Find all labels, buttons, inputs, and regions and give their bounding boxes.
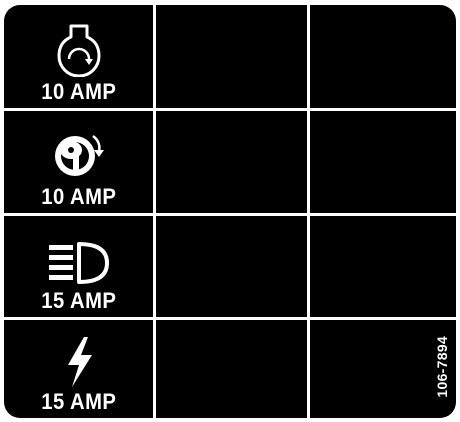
fuse-row-1-rating: 10 AMP [40,79,117,104]
headlight-icon [48,242,109,284]
fuse-row-1-label-cell: 10 AMP [4,5,153,108]
fuse-row-3-rating: 15 AMP [40,288,117,313]
grid-divider-vertical-2 [307,5,310,418]
fuse-row-4-label-cell: 15 AMP [4,320,153,418]
engine-crank-icon [57,24,100,77]
part-number: 106-7894 [434,336,450,398]
fuse-row-2-rating: 10 AMP [40,184,117,209]
fuse-decal: 10 AMP 10 AMP 15 AMP 15 AMP 106-7894 [4,5,456,418]
grid-divider-vertical-1 [153,5,156,418]
fuse-row-2-label-cell: 10 AMP [4,111,153,213]
fuse-row-4-rating: 15 AMP [40,389,117,414]
fuse-row-3-label-cell: 15 AMP [4,216,153,317]
power-lightning-icon [67,337,92,387]
ignition-key-icon [54,135,104,176]
